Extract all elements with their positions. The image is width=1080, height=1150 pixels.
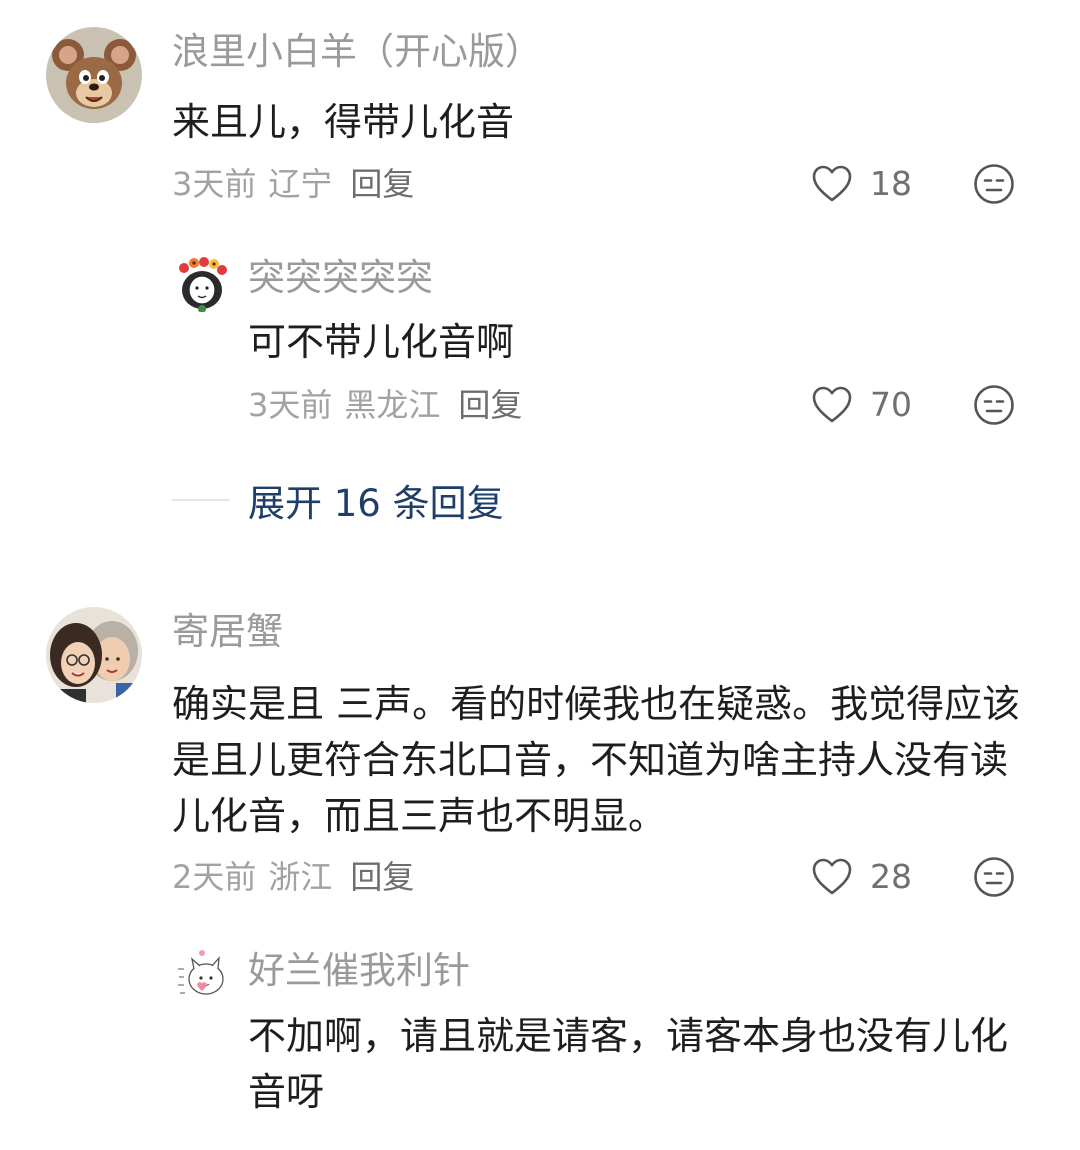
flower-crown-girl-avatar-icon (172, 252, 232, 312)
reply-time: 3天前 (248, 386, 333, 424)
avatar[interactable] (46, 607, 142, 703)
heart-icon (812, 386, 852, 423)
reply-content: 可不带儿化音啊 (248, 320, 515, 364)
reply-location: 黑龙江 (344, 386, 441, 424)
comment-meta: 2天前 浙江 回复 (172, 856, 414, 898)
dislike-face-icon[interactable] (972, 855, 1016, 899)
cartoon-mouse-avatar-icon (46, 27, 142, 123)
heart-icon (812, 165, 852, 202)
like-button[interactable]: 18 (810, 160, 912, 208)
expand-replies-label: 展开 16 条回复 (248, 482, 504, 525)
comment-username[interactable]: 浪里小白羊（开心版） (172, 28, 542, 76)
reply-meta: 3天前 黑龙江 回复 (248, 384, 522, 426)
reply-button[interactable]: 回复 (458, 384, 522, 426)
comment-meta: 3天前 辽宁 回复 (172, 163, 414, 205)
reply-avatar[interactable] (172, 945, 232, 1005)
reply-username[interactable]: 好兰催我利针 (248, 947, 470, 995)
like-count: 70 (870, 385, 912, 424)
like-count: 18 (870, 164, 912, 203)
dislike-face-icon[interactable] (972, 383, 1016, 427)
heart-icon (812, 858, 852, 895)
dislike-face-icon[interactable] (972, 162, 1016, 206)
reply-username[interactable]: 突突突突突 (248, 254, 433, 302)
comment: 浪里小白羊（开心版） 来且儿，得带儿化音 3天前 辽宁 回复 18 突突突突突 … (0, 0, 1080, 470)
reply-avatar[interactable] (172, 252, 232, 312)
divider-line (172, 499, 230, 501)
avatar[interactable] (46, 27, 142, 123)
cute-cat-sketch-avatar-icon (172, 945, 232, 1005)
two-girls-selfie-avatar-icon (46, 607, 142, 703)
comment-username[interactable]: 寄居蟹 (172, 608, 283, 656)
like-button[interactable]: 70 (810, 381, 912, 429)
like-count: 28 (870, 857, 912, 896)
comment-time: 3天前 (172, 165, 257, 203)
comment-content: 来且儿，得带儿化音 (172, 100, 515, 144)
comment-location: 浙江 (268, 858, 333, 896)
comment-location: 辽宁 (268, 165, 333, 203)
comment-time: 2天前 (172, 858, 257, 896)
reply-content: 不加啊，请且就是请客，请客本身也没有儿化音呀 (248, 1014, 1009, 1114)
expand-replies-button[interactable]: 展开 16 条回复 (172, 472, 504, 528)
comment-content: 确实是且 三声。看的时候我也在疑惑。我觉得应该是且儿更符合东北口音，不知道为啥主… (172, 682, 1021, 838)
reply-button[interactable]: 回复 (350, 163, 414, 205)
reply-button[interactable]: 回复 (350, 856, 414, 898)
like-button[interactable]: 28 (810, 853, 912, 901)
